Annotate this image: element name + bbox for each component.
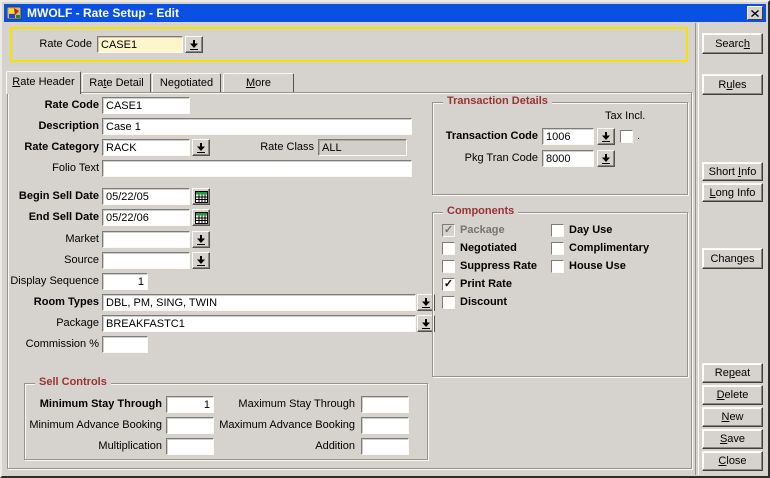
transaction-details-title: Transaction Details: [443, 95, 552, 107]
tax-incl-suffix: .: [637, 130, 641, 142]
folio-text-label: Folio Text: [52, 162, 99, 174]
display-sequence-input[interactable]: [102, 273, 148, 290]
tax-incl-label: Tax Incl.: [605, 110, 646, 122]
rate-class-label: Rate Class: [260, 141, 314, 153]
description-input[interactable]: [102, 118, 412, 135]
rate-code-label: Rate Code: [44, 99, 99, 111]
rules-button[interactable]: Rules: [702, 74, 763, 95]
new-button[interactable]: New: [702, 407, 763, 427]
title-bar: MWOLF - Rate Setup - Edit: [4, 4, 766, 22]
max-stay-through-input[interactable]: [361, 396, 409, 413]
day-use-checkbox[interactable]: [551, 224, 564, 237]
suppress-rate-checkbox[interactable]: [442, 260, 455, 273]
components-group: Components ✓ Package Negotiated Suppress…: [432, 205, 688, 377]
sell-controls-title: Sell Controls: [35, 376, 111, 388]
max-advance-booking-input[interactable]: [361, 417, 409, 434]
addition-label: Addition: [315, 440, 355, 452]
print-rate-checkbox-label: Print Rate: [460, 278, 512, 290]
multiplication-input[interactable]: [166, 438, 214, 455]
room-types-label: Room Types: [33, 296, 99, 308]
max-stay-through-label: Maximum Stay Through: [238, 398, 355, 410]
market-input[interactable]: [102, 231, 190, 248]
changes-button[interactable]: Changes: [702, 248, 763, 269]
tab-more[interactable]: More: [223, 73, 294, 93]
source-input[interactable]: [102, 252, 190, 269]
commission-input[interactable]: [102, 336, 148, 353]
pkg-tran-code-label: Pkg Tran Code: [464, 152, 538, 164]
rate-class-input: [318, 139, 407, 156]
end-sell-date-calendar-icon[interactable]: [192, 209, 210, 226]
addition-input[interactable]: [361, 438, 409, 455]
folio-text-input[interactable]: [102, 160, 412, 177]
rate-setup-window: MWOLF - Rate Setup - Edit Rate Code Rate…: [0, 0, 770, 478]
tab-negotiated[interactable]: Negotiated: [152, 73, 221, 93]
house-use-checkbox-label: House Use: [569, 260, 626, 272]
short-info-button[interactable]: Short Info: [702, 162, 763, 181]
commission-label: Commission %: [25, 338, 99, 350]
discount-checkbox-label: Discount: [460, 296, 508, 308]
transaction-code-input[interactable]: [542, 128, 594, 145]
market-label: Market: [65, 233, 99, 245]
delete-button[interactable]: Delete: [702, 385, 763, 405]
save-button[interactable]: Save: [702, 429, 763, 449]
market-lov-icon[interactable]: [192, 231, 210, 248]
negotiated-checkbox[interactable]: [442, 242, 455, 255]
sell-controls-group: Sell Controls Minimum Stay Through Maxim…: [24, 376, 428, 460]
close-button[interactable]: Close: [702, 451, 763, 471]
end-sell-date-input[interactable]: [102, 209, 190, 226]
side-panel-divider: [695, 23, 699, 475]
app-icon: [7, 6, 23, 20]
transaction-code-label: Transaction Code: [445, 130, 538, 142]
search-button[interactable]: Search: [702, 33, 763, 54]
max-advance-booking-label: Maximum Advance Booking: [219, 419, 355, 431]
begin-sell-date-calendar-icon[interactable]: [192, 188, 210, 205]
tab-rate-detail[interactable]: Rate Detail: [82, 73, 151, 93]
pkg-tran-code-lov-icon[interactable]: [597, 150, 615, 167]
rate-category-lov-icon[interactable]: [192, 139, 210, 156]
negotiated-checkbox-label: Negotiated: [460, 242, 517, 254]
source-label: Source: [64, 254, 99, 266]
complimentary-checkbox[interactable]: [551, 242, 564, 255]
end-sell-date-label: End Sell Date: [28, 211, 99, 223]
min-advance-booking-input[interactable]: [166, 417, 214, 434]
multiplication-label: Multiplication: [98, 440, 162, 452]
source-lov-icon[interactable]: [192, 252, 210, 269]
transaction-details-group: Transaction Details Tax Incl. Transactio…: [432, 95, 688, 195]
suppress-rate-checkbox-label: Suppress Rate: [460, 260, 538, 272]
long-info-button[interactable]: Long Info: [702, 183, 763, 202]
package-input[interactable]: [102, 315, 416, 332]
house-use-checkbox[interactable]: [551, 260, 564, 273]
description-label: Description: [38, 120, 99, 132]
package-checkbox-label: Package: [460, 224, 505, 236]
tax-incl-checkbox[interactable]: [620, 130, 633, 143]
begin-sell-date-label: Begin Sell Date: [18, 190, 99, 202]
room-types-input[interactable]: [102, 294, 416, 311]
complimentary-checkbox-label: Complimentary: [569, 242, 650, 254]
pkg-tran-code-input[interactable]: [542, 150, 594, 167]
begin-sell-date-input[interactable]: [102, 188, 190, 205]
day-use-checkbox-label: Day Use: [569, 224, 613, 236]
tab-rate-header[interactable]: Rate Header: [6, 71, 81, 94]
components-title: Components: [443, 205, 519, 217]
discount-checkbox[interactable]: [442, 296, 455, 309]
print-rate-checkbox[interactable]: ✓: [442, 278, 455, 291]
min-advance-booking-label: Minimum Advance Booking: [29, 419, 162, 431]
query-rate-code-label: Rate Code: [39, 38, 92, 50]
transaction-code-lov-icon[interactable]: [597, 128, 615, 145]
display-sequence-label: Display Sequence: [10, 275, 99, 287]
min-stay-through-label: Minimum Stay Through: [39, 398, 162, 410]
rate-category-input[interactable]: [102, 139, 190, 156]
query-rate-code-input[interactable]: [97, 36, 183, 53]
query-rate-code-lov-icon[interactable]: [185, 36, 203, 53]
rate-category-label: Rate Category: [24, 141, 99, 153]
rate-code-input[interactable]: [102, 97, 190, 114]
package-checkbox: ✓: [442, 224, 455, 237]
min-stay-through-input[interactable]: [166, 396, 214, 413]
window-title: MWOLF - Rate Setup - Edit: [27, 6, 179, 20]
close-icon[interactable]: [747, 6, 763, 20]
package-label: Package: [56, 317, 99, 329]
repeat-button[interactable]: Repeat: [702, 363, 763, 383]
